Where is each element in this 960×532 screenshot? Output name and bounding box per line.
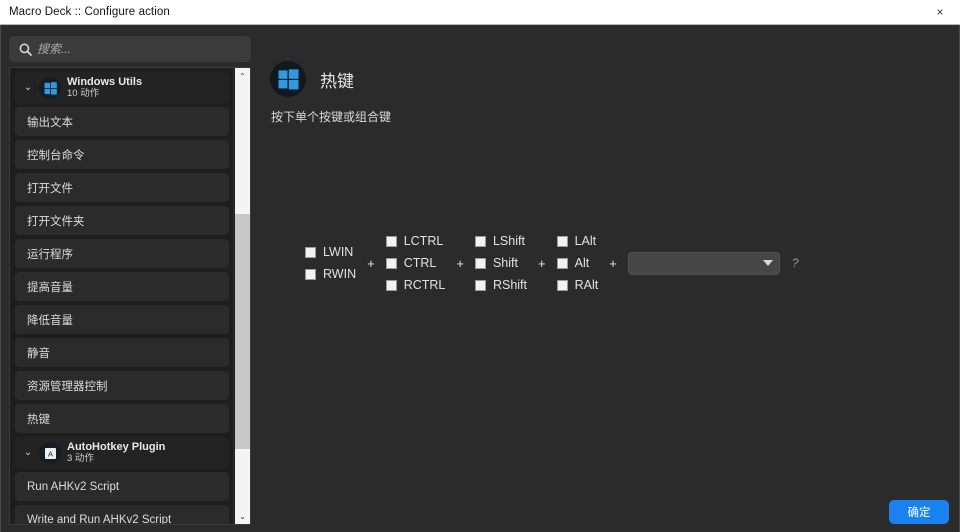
sidebar-group-title: AutoHotkey Plugin [67,440,166,453]
hotkey-column-alt: LAlt Alt RAlt [556,230,599,296]
list-item[interactable]: 资源管理器控制 [15,371,229,400]
hotkey-selector: LWIN RWIN + LCTRL CTRL RCTRL + LShift Sh… [305,230,799,296]
checkbox-rshift[interactable]: RShift [474,274,528,296]
checkbox-box[interactable] [556,257,568,269]
checkbox-label: LShift [492,234,525,248]
checkbox-lshift[interactable]: LShift [474,230,527,252]
checkbox-box[interactable] [305,268,316,280]
hotkey-column-win: LWIN RWIN [305,241,356,285]
checkbox-label: RAlt [574,278,599,292]
checkbox-label: CTRL [403,256,437,270]
chevron-down-icon[interactable]: ⌄ [19,448,37,458]
checkbox-lwin[interactable]: LWIN [305,241,356,263]
autohotkey-icon: A [39,442,61,464]
sidebar-group-title: Windows Utils [67,75,143,88]
action-subtitle: 按下单个按键或组合键 [271,110,392,124]
checkbox-label: Shift [492,256,518,270]
scroll-down-icon[interactable]: ⌄ [235,508,250,524]
scrollbar-thumb[interactable] [235,214,250,449]
window-titlebar: Macro Deck :: Configure action × [0,0,960,25]
plus-separator: + [367,255,375,271]
plus-separator: + [609,255,617,271]
checkbox-box[interactable] [556,235,568,247]
svg-text:A: A [47,449,52,458]
action-list-content: ⌄ Windows Utils 10 动作 输出文本 控制台命令 打开文件 打开… [10,68,234,524]
sidebar-scrollbar[interactable]: ⌃ ⌄ [233,68,250,524]
checkbox-label: LCTRL [403,234,444,248]
checkbox-box[interactable] [385,235,397,247]
search-input[interactable] [36,36,251,62]
list-item[interactable]: Write and Run AHKv2 Script [15,505,229,524]
checkbox-label: LAlt [574,234,597,248]
checkbox-label: RCTRL [403,278,446,292]
action-header: 热键 [270,61,354,97]
list-item[interactable]: 提高音量 [15,272,229,301]
checkbox-box[interactable] [474,279,486,291]
list-item[interactable]: 静音 [15,338,229,367]
window-controls: × [920,0,960,24]
sidebar: ⌄ Windows Utils 10 动作 [1,25,259,532]
checkbox-box[interactable] [385,279,397,291]
checkbox-box[interactable] [385,257,397,269]
checkbox-label: LWIN [323,245,354,259]
hotkey-column-ctrl: LCTRL CTRL RCTRL [385,230,446,296]
checkbox-alt[interactable]: Alt [556,252,599,274]
sidebar-group-text: Windows Utils 10 动作 [67,76,142,101]
page-title: 热键 [320,71,354,91]
plus-separator: + [456,255,464,271]
hotkey-column-shift: LShift Shift RShift [474,230,528,296]
checkbox-label: RWIN [323,267,357,281]
scroll-up-icon[interactable]: ⌃ [235,68,250,84]
action-list-scrollport: ⌄ Windows Utils 10 动作 输出文本 控制台命令 打开文件 打开… [10,68,234,524]
action-list: ⌄ Windows Utils 10 动作 输出文本 控制台命令 打开文件 打开… [9,67,251,525]
list-item-hotkey[interactable]: 热键 [15,404,229,433]
close-icon[interactable]: × [920,0,960,24]
windows-logo-icon [270,61,306,97]
key-select-dropdown[interactable] [627,251,780,275]
list-item[interactable]: 打开文件 [15,173,229,202]
checkbox-lctrl[interactable]: LCTRL [385,230,446,252]
search-box[interactable] [9,36,251,62]
checkbox-lalt[interactable]: LAlt [556,230,599,252]
checkbox-box[interactable] [305,246,316,258]
checkbox-ralt[interactable]: RAlt [556,274,599,296]
windows-logo-icon [39,77,61,99]
list-item[interactable]: Run AHKv2 Script [15,472,229,501]
sidebar-group-count: 3 动作 [67,453,94,465]
checkbox-rctrl[interactable]: RCTRL [385,274,446,296]
checkbox-shift[interactable]: Shift [474,252,527,274]
list-item[interactable]: 控制台命令 [15,140,229,169]
list-item[interactable]: 输出文本 [15,107,229,136]
sidebar-group-text: AutoHotkey Plugin 3 动作 [67,441,165,466]
window-body: ⌄ Windows Utils 10 动作 [0,25,960,532]
sidebar-group-windows-utils[interactable]: ⌄ Windows Utils 10 动作 [15,72,229,104]
checkbox-label: Alt [574,256,590,270]
checkbox-ctrl[interactable]: CTRL [385,252,446,274]
checkbox-box[interactable] [474,235,486,247]
list-item[interactable]: 降低音量 [15,305,229,334]
action-config-panel: 热键 按下单个按键或组合键 LWIN RWIN + LCTRL CTRL RCT… [259,25,959,532]
checkbox-box[interactable] [474,257,486,269]
search-icon [14,43,36,56]
checkbox-label: RShift [492,278,528,292]
checkbox-box[interactable] [556,279,568,291]
confirm-button[interactable]: 确定 [889,500,949,524]
plus-separator: + [538,255,546,271]
help-marker: ? [791,256,799,270]
sidebar-group-count: 10 动作 [67,88,100,100]
window-title: Macro Deck :: Configure action [9,6,170,18]
list-item[interactable]: 打开文件夹 [15,206,229,235]
list-item[interactable]: 运行程序 [15,239,229,268]
checkbox-rwin[interactable]: RWIN [305,263,356,285]
sidebar-group-autohotkey-plugin[interactable]: ⌄ A AutoHotkey Plugin 3 动作 [15,437,229,469]
chevron-down-icon[interactable] [762,260,773,266]
chevron-down-icon[interactable]: ⌄ [19,83,37,93]
